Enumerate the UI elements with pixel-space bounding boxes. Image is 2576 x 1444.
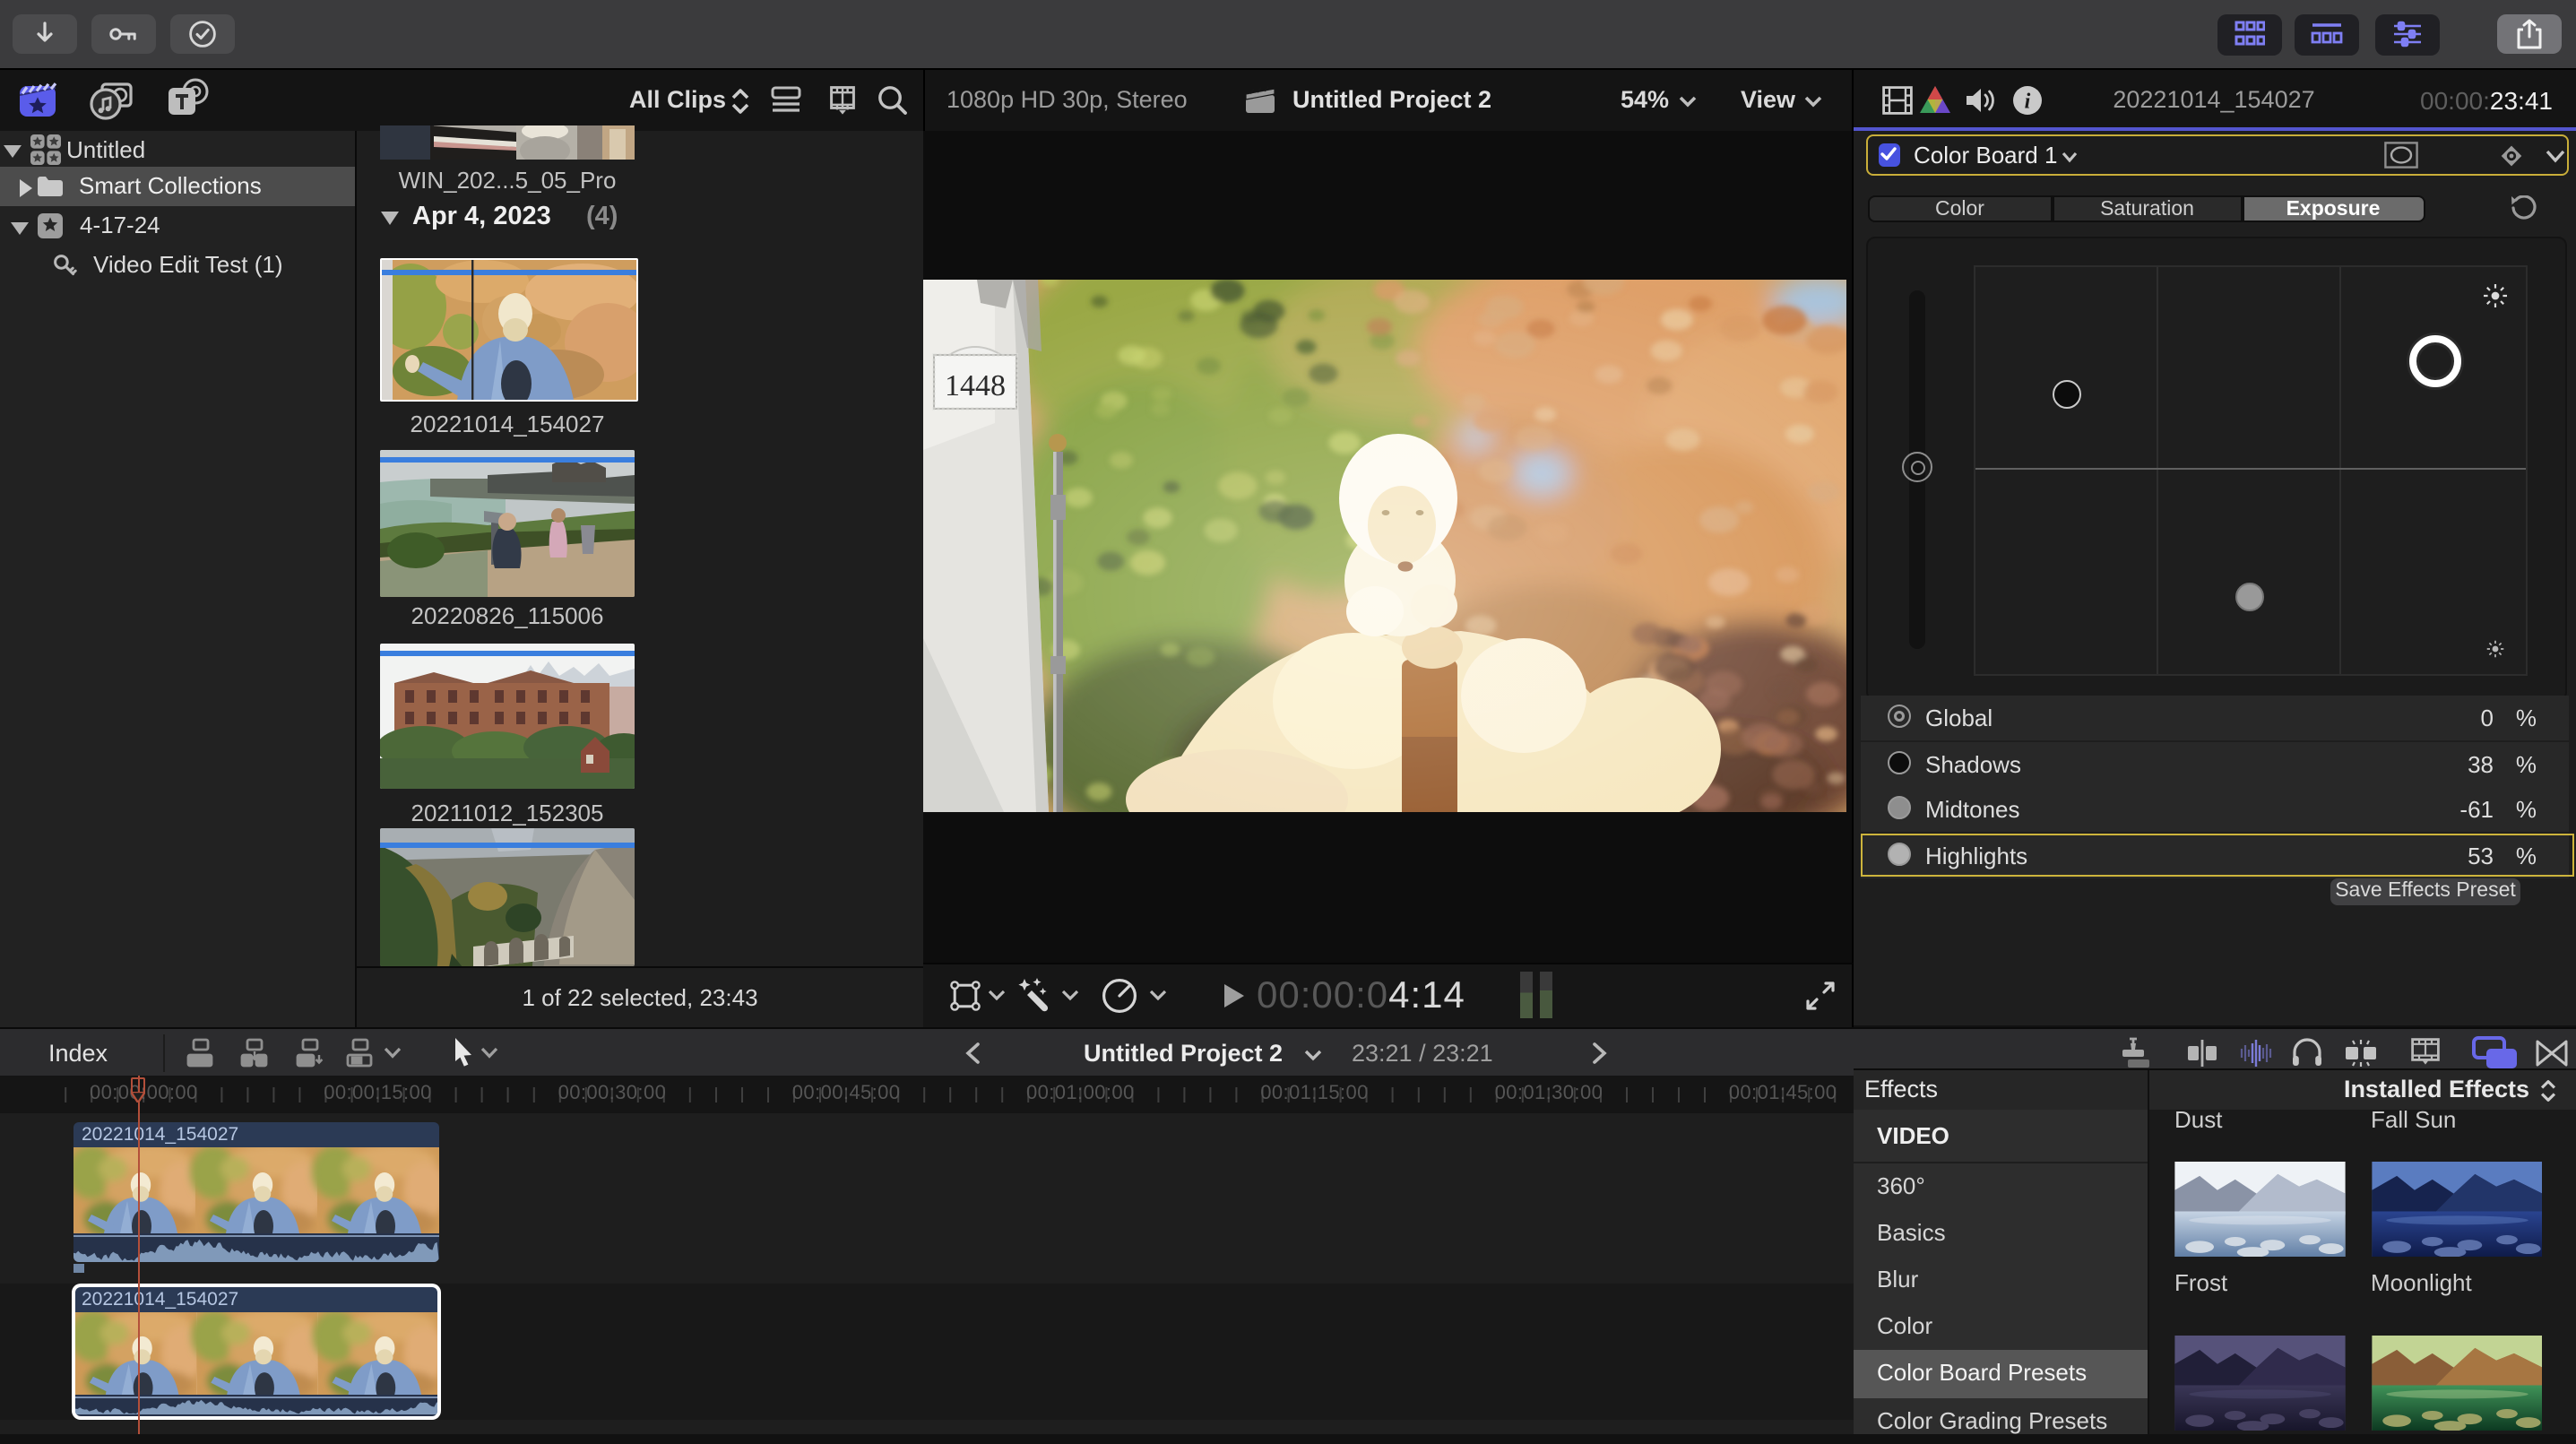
svg-text:1448: 1448 — [945, 369, 1006, 402]
svg-text:i: i — [2025, 89, 2031, 112]
